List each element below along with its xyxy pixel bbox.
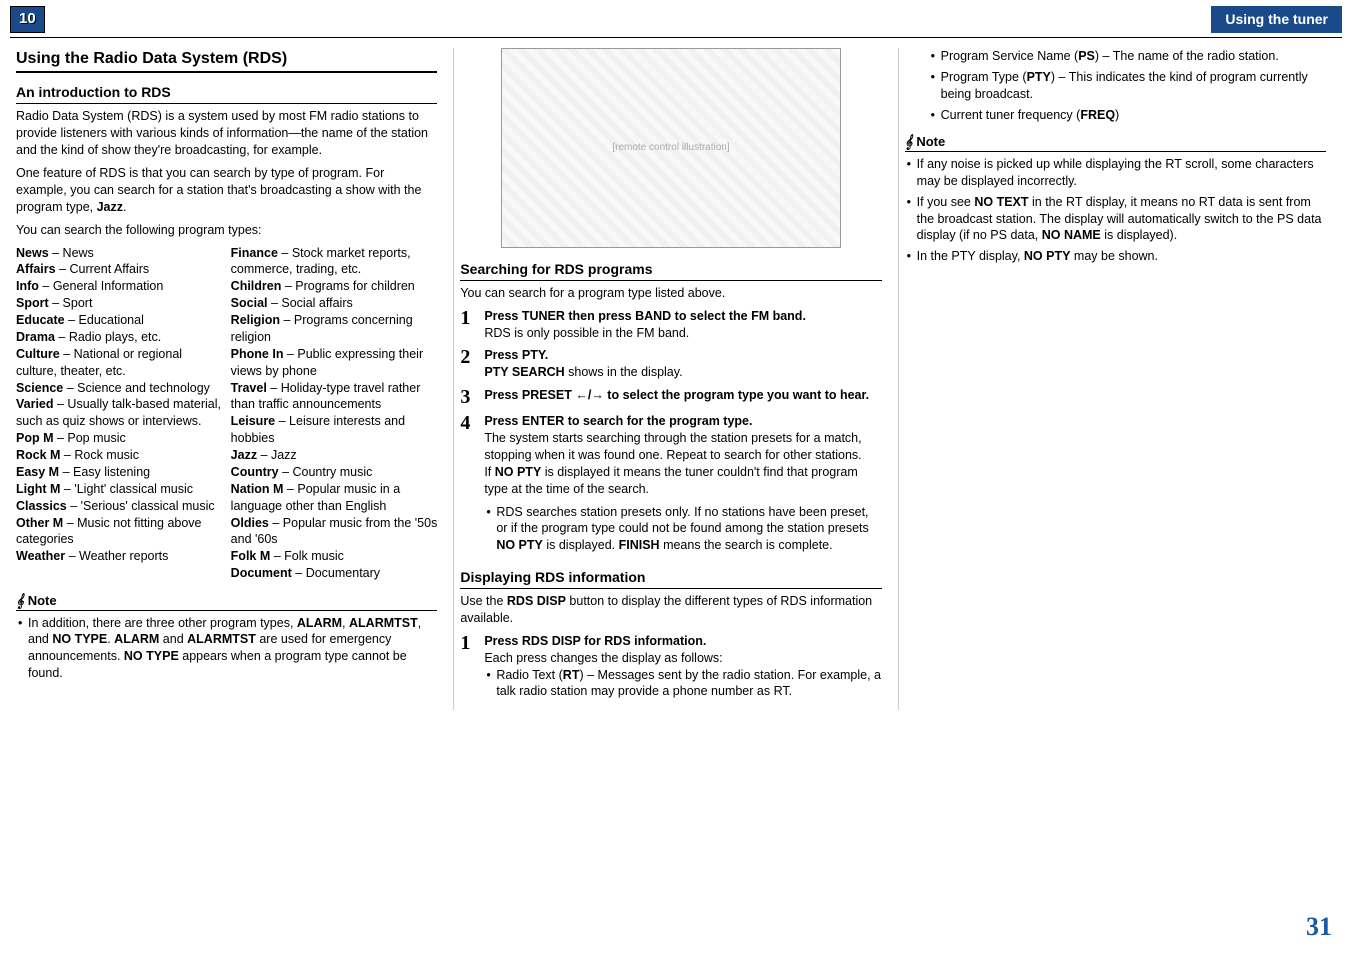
note3-1: If any noise is picked up while displayi… xyxy=(905,156,1326,190)
search-intro: You can search for a program type listed… xyxy=(460,285,881,302)
note3-2: If you see NO TEXT in the RT display, it… xyxy=(905,194,1326,245)
section-title: Using the tuner xyxy=(1211,6,1342,33)
program-type: Leisure – Leisure interests and hobbies xyxy=(231,413,438,447)
program-type: Oldies – Popular music from the '50s and… xyxy=(231,515,438,549)
program-type: Nation M – Popular music in a language o… xyxy=(231,481,438,515)
divider xyxy=(10,37,1342,38)
program-type: Varied – Usually talk-based material, su… xyxy=(16,396,223,430)
program-type: Phone In – Public expressing their views… xyxy=(231,346,438,380)
program-type: Drama – Radio plays, etc. xyxy=(16,329,223,346)
program-type: Educate – Educational xyxy=(16,312,223,329)
page-number: 31 xyxy=(1306,909,1332,944)
note-heading: 𝄞 Note xyxy=(16,592,437,611)
program-type: News – News xyxy=(16,245,223,262)
step-2: 2 Press PTY. PTY SEARCH shows in the dis… xyxy=(460,347,881,381)
program-type: Easy M – Easy listening xyxy=(16,464,223,481)
rt-bullet: Radio Text (RT) – Messages sent by the r… xyxy=(484,667,881,701)
heading-rds: Using the Radio Data System (RDS) xyxy=(16,48,437,74)
intro-p2: One feature of RDS is that you can searc… xyxy=(16,165,437,216)
program-type: Affairs – Current Affairs xyxy=(16,261,223,278)
note3-3: In the PTY display, NO PTY may be shown. xyxy=(905,248,1326,265)
intro-p1: Radio Data System (RDS) is a system used… xyxy=(16,108,437,159)
program-type: Light M – 'Light' classical music xyxy=(16,481,223,498)
freq-bullet: Current tuner frequency (FREQ) xyxy=(929,107,1326,124)
chapter-badge: 10 xyxy=(10,6,45,32)
ps-bullet: Program Service Name (PS) – The name of … xyxy=(929,48,1326,65)
step-1: 1 Press TUNER then press BAND to select … xyxy=(460,308,881,342)
heading-intro: An introduction to RDS xyxy=(16,83,437,104)
intro-p3: You can search the following program typ… xyxy=(16,222,437,239)
program-type: Country – Country music xyxy=(231,464,438,481)
program-type: Pop M – Pop music xyxy=(16,430,223,447)
program-type: Religion – Programs concerning religion xyxy=(231,312,438,346)
disp-step-1: 1 Press RDS DISP for RDS information. Ea… xyxy=(460,633,881,705)
program-type: Children – Programs for children xyxy=(231,278,438,295)
program-type: Weather – Weather reports xyxy=(16,548,223,565)
program-type: Science – Science and technology xyxy=(16,380,223,397)
disp-intro: Use the RDS DISP button to display the d… xyxy=(460,593,881,627)
program-type: Travel – Holiday-type travel rather than… xyxy=(231,380,438,414)
program-type: Folk M – Folk music xyxy=(231,548,438,565)
program-type-list: News – NewsAffairs – Current AffairsInfo… xyxy=(16,245,437,583)
column-3: Program Service Name (PS) – The name of … xyxy=(899,48,1342,710)
program-type: Classics – 'Serious' classical music xyxy=(16,498,223,515)
program-type: Document – Documentary xyxy=(231,565,438,582)
column-2: [remote control illustration] Searching … xyxy=(454,48,898,710)
program-type: Social – Social affairs xyxy=(231,295,438,312)
heading-display: Displaying RDS information xyxy=(460,568,881,589)
column-1: Using the Radio Data System (RDS) An int… xyxy=(10,48,454,710)
program-type: Other M – Music not fitting above catego… xyxy=(16,515,223,549)
note-item: In addition, there are three other progr… xyxy=(16,615,437,683)
program-type: Jazz – Jazz xyxy=(231,447,438,464)
remote-control-illustration: [remote control illustration] xyxy=(501,48,841,248)
program-type: Culture – National or regional culture, … xyxy=(16,346,223,380)
note-icon: 𝄞 xyxy=(905,133,913,151)
heading-search: Searching for RDS programs xyxy=(460,260,881,281)
step-4: 4 Press ENTER to search for the program … xyxy=(460,413,881,558)
note-heading-2: 𝄞 Note xyxy=(905,133,1326,152)
program-type: Info – General Information xyxy=(16,278,223,295)
step4-bullet: RDS searches station presets only. If no… xyxy=(484,504,881,555)
program-type: Sport – Sport xyxy=(16,295,223,312)
program-type: Rock M – Rock music xyxy=(16,447,223,464)
note-icon: 𝄞 xyxy=(16,592,24,610)
pty-bullet: Program Type (PTY) – This indicates the … xyxy=(929,69,1326,103)
step-3: 3 Press PRESET ←/→ to select the program… xyxy=(460,387,881,407)
program-type: Finance – Stock market reports, commerce… xyxy=(231,245,438,279)
